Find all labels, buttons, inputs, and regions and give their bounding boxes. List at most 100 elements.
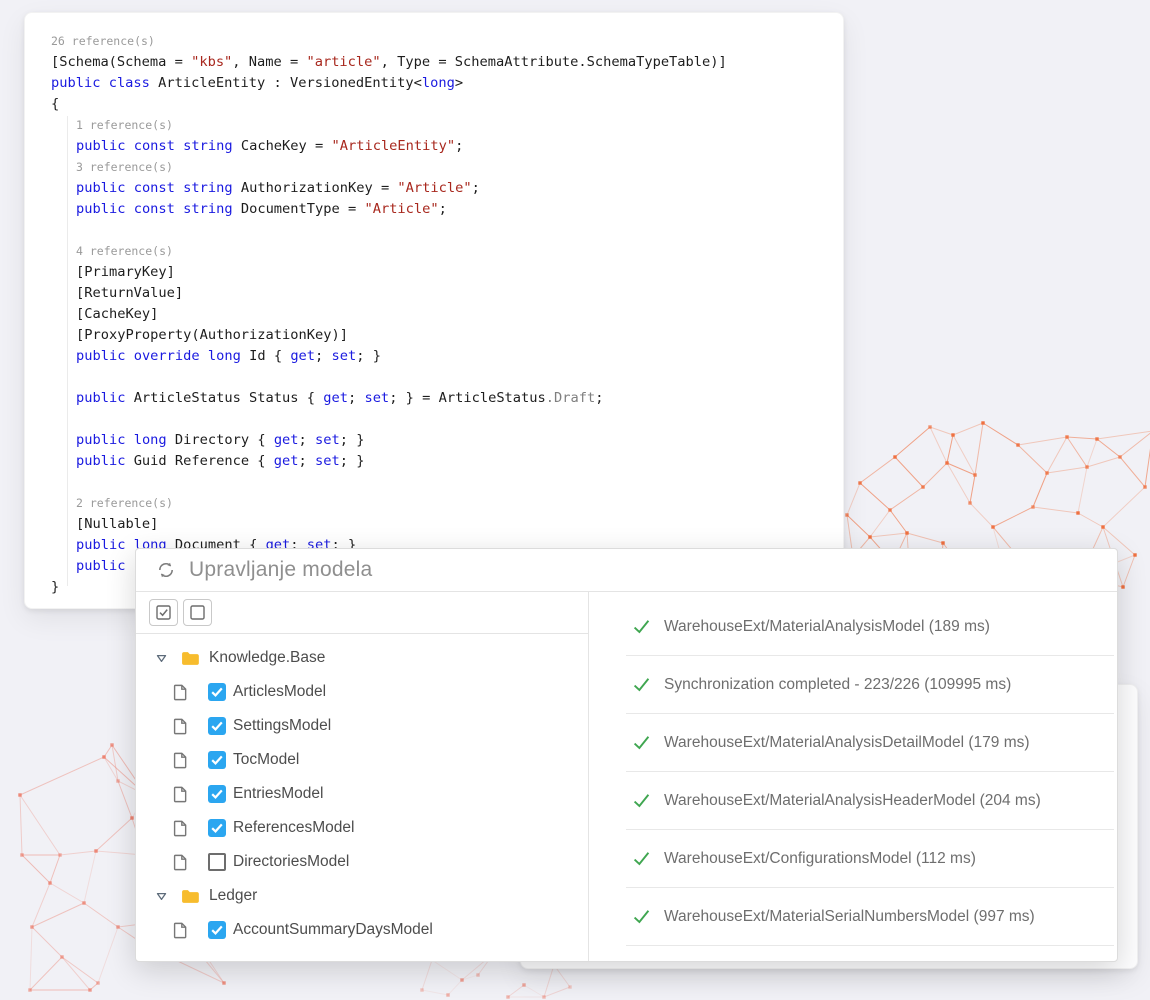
model-tree-pane: Knowledge.Base ArticlesModel SettingsMod… <box>136 592 589 961</box>
tree-folder-label: Knowledge.Base <box>209 649 325 667</box>
result-row: WarehouseExt/MaterialAnalysisDetailModel… <box>626 714 1114 772</box>
result-row: WarehouseExt/MaterialSerialNumbersModel … <box>626 888 1114 946</box>
result-label: WarehouseExt/MaterialAnalysisModel (189 … <box>664 618 990 636</box>
model-checkbox-checked[interactable] <box>208 751 226 769</box>
result-label: WarehouseExt/MaterialAnalysisHeaderModel… <box>664 792 1041 810</box>
code-line: [ProxyProperty(AuthorizationKey)] <box>51 325 833 346</box>
checkmark-icon <box>210 924 224 936</box>
tree-model-label: SettingsModel <box>233 717 331 735</box>
tree-model-row[interactable]: ReferencesModel <box>136 811 588 845</box>
success-check-icon <box>633 619 650 634</box>
code-line: [Schema(Schema = "kbs", Name = "article"… <box>51 52 833 73</box>
code-line <box>51 409 833 430</box>
code-line: [PrimaryKey] <box>51 262 833 283</box>
tree-model-row[interactable]: EntriesModel <box>136 777 588 811</box>
sync-result-list: WarehouseExt/MaterialAnalysisModel (189 … <box>589 592 1117 961</box>
dialog-body: Knowledge.Base ArticlesModel SettingsMod… <box>136 592 1117 961</box>
model-checkbox-checked[interactable] <box>208 683 226 701</box>
result-label: Synchronization completed - 223/226 (109… <box>664 676 1011 694</box>
model-checkbox-checked[interactable] <box>208 921 226 939</box>
code-line: public Guid Reference { get; set; } <box>51 451 833 472</box>
checkmark-icon <box>210 788 224 800</box>
result-label: WarehouseExt/MaterialSerialNumbersModel … <box>664 908 1035 926</box>
code-line: { <box>51 94 833 115</box>
codelens-line: 26 reference(s) <box>51 31 833 52</box>
success-check-icon <box>633 909 650 924</box>
tree-model-label: ReferencesModel <box>233 819 354 837</box>
success-check-icon <box>633 793 650 808</box>
codelens-line: 2 reference(s) <box>51 493 833 514</box>
checkmark-icon <box>210 720 224 732</box>
csharp-code-panel: 26 reference(s)[Schema(Schema = "kbs", N… <box>24 12 844 609</box>
tree-model-label: DirectoriesModel <box>233 853 349 871</box>
success-check-icon <box>633 851 650 866</box>
code-line: public long Directory { get; set; } <box>51 430 833 451</box>
code-line <box>51 472 833 493</box>
checkmark-icon <box>210 754 224 766</box>
tree-toolbar <box>136 592 588 634</box>
code-line: public class ArticleEntity : VersionedEn… <box>51 73 833 94</box>
model-checkbox-checked[interactable] <box>208 717 226 735</box>
refresh-icon <box>156 560 176 580</box>
tree-model-row[interactable]: DirectoriesModel <box>136 845 588 879</box>
unchecked-checkbox-icon <box>190 605 205 620</box>
tree-model-label: TocModel <box>233 751 299 769</box>
model-checkbox-checked[interactable] <box>208 819 226 837</box>
tree-model-row[interactable]: AccountSummaryDaysModel <box>136 913 588 947</box>
code-line: [CacheKey] <box>51 304 833 325</box>
model-tree: Knowledge.Base ArticlesModel SettingsMod… <box>136 634 588 947</box>
collapse-triangle-icon[interactable] <box>156 892 167 901</box>
result-row: WarehouseExt/MaterialAnalysisHeaderModel… <box>626 772 1114 830</box>
folder-icon <box>181 651 200 666</box>
file-icon <box>173 752 188 769</box>
result-label: WarehouseExt/MaterialAnalysisDetailModel… <box>664 734 1030 752</box>
model-management-dialog: Upravljanje modela <box>135 548 1118 962</box>
dialog-title: Upravljanje modela <box>189 558 372 582</box>
code-line: public ArticleStatus Status { get; set; … <box>51 388 833 409</box>
tree-folder-row[interactable]: Knowledge.Base <box>136 641 588 675</box>
tree-model-row[interactable]: SettingsModel <box>136 709 588 743</box>
model-checkbox-unchecked[interactable] <box>208 853 226 871</box>
tree-model-row[interactable]: TocModel <box>136 743 588 777</box>
folder-icon <box>181 889 200 904</box>
tree-model-label: EntriesModel <box>233 785 323 803</box>
tree-folder-row[interactable]: Ledger <box>136 879 588 913</box>
tree-model-label: ArticlesModel <box>233 683 326 701</box>
code-line <box>51 367 833 388</box>
file-icon <box>173 786 188 803</box>
collapse-triangle-icon[interactable] <box>156 654 167 663</box>
code-line: [Nullable] <box>51 514 833 535</box>
codelens-line: 3 reference(s) <box>51 157 833 178</box>
deselect-all-button[interactable] <box>183 599 212 626</box>
code-line: public const string AuthorizationKey = "… <box>51 178 833 199</box>
file-icon <box>173 820 188 837</box>
success-check-icon <box>633 735 650 750</box>
codelens-line: 4 reference(s) <box>51 241 833 262</box>
code-line: public const string CacheKey = "ArticleE… <box>51 136 833 157</box>
file-icon <box>173 684 188 701</box>
checked-checkbox-icon <box>156 605 171 620</box>
checkmark-icon <box>210 822 224 834</box>
code-line: public const string DocumentType = "Arti… <box>51 199 833 220</box>
tree-folder-label: Ledger <box>209 887 257 905</box>
code-line <box>51 220 833 241</box>
csharp-code-body: 26 reference(s)[Schema(Schema = "kbs", N… <box>51 31 833 598</box>
code-line: public override long Id { get; set; } <box>51 346 833 367</box>
file-icon <box>173 922 188 939</box>
select-all-button[interactable] <box>149 599 178 626</box>
tree-model-label: AccountSummaryDaysModel <box>233 921 433 939</box>
dialog-header: Upravljanje modela <box>136 549 1117 592</box>
code-line: [ReturnValue] <box>51 283 833 304</box>
file-icon <box>173 854 188 871</box>
success-check-icon <box>633 677 650 692</box>
model-checkbox-checked[interactable] <box>208 785 226 803</box>
result-row: Synchronization completed - 223/226 (109… <box>626 656 1114 714</box>
result-row: WarehouseExt/MaterialAnalysisModel (189 … <box>626 598 1114 656</box>
codelens-line: 1 reference(s) <box>51 115 833 136</box>
result-label: WarehouseExt/ConfigurationsModel (112 ms… <box>664 850 976 868</box>
result-row: WarehouseExt/ConfigurationsModel (112 ms… <box>626 830 1114 888</box>
indent-guide <box>67 116 68 586</box>
checkmark-icon <box>210 686 224 698</box>
tree-model-row[interactable]: ArticlesModel <box>136 675 588 709</box>
file-icon <box>173 718 188 735</box>
